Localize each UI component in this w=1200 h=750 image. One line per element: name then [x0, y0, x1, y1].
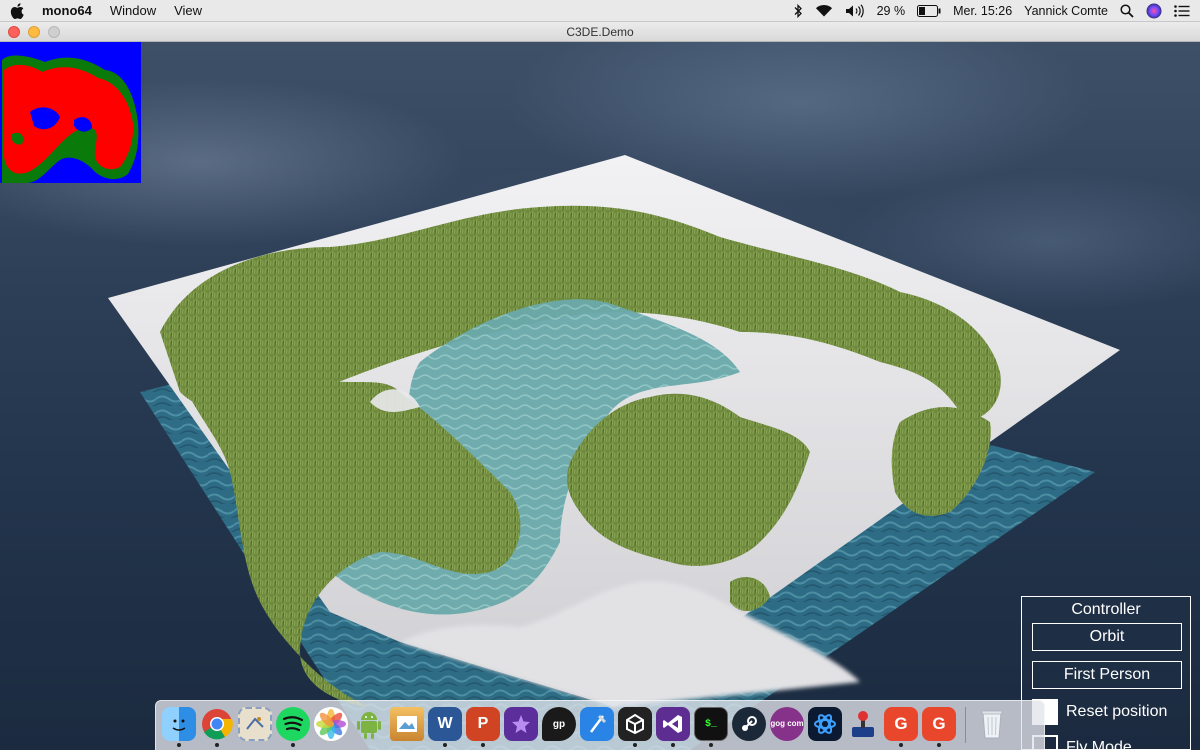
powerpoint-icon: P — [466, 707, 500, 741]
clock[interactable]: Mer. 15:26 — [953, 4, 1012, 18]
dock-guitar-pro[interactable]: gp — [542, 707, 576, 747]
dock-steam[interactable] — [732, 707, 766, 747]
trash-icon — [975, 707, 1009, 741]
dock-chrome[interactable] — [200, 707, 234, 747]
controller-title: Controller — [1071, 601, 1141, 618]
dock-photos[interactable] — [314, 707, 348, 747]
guitar-pro-icon: gp — [542, 707, 576, 741]
joystick-icon — [846, 707, 880, 741]
xcode-icon — [580, 707, 614, 741]
menu-view[interactable]: View — [174, 3, 202, 18]
dock-visual-studio[interactable] — [656, 707, 690, 747]
notification-center-icon[interactable] — [1174, 4, 1190, 17]
fly-mode-label: Fly Mode — [1066, 739, 1132, 750]
chrome-icon — [200, 707, 234, 741]
finder-icon — [162, 707, 196, 741]
game-maker-studio-icon: G — [922, 707, 956, 741]
battery-percent: 29 % — [876, 3, 906, 18]
dock-separator — [965, 707, 966, 743]
dock-mail-stamp[interactable] — [238, 707, 272, 747]
stamp-icon — [238, 707, 272, 741]
battle-net-icon — [808, 707, 842, 741]
window-zoom-button[interactable] — [48, 26, 60, 38]
visual-studio-icon — [656, 707, 690, 741]
dock-terminal[interactable]: $_ — [694, 707, 728, 747]
dock-game-maker-1[interactable]: G — [884, 707, 918, 747]
dock-spotify[interactable] — [276, 707, 310, 747]
window-titlebar[interactable]: C3DE.Demo — [0, 22, 1200, 42]
dock-trash[interactable] — [975, 707, 1009, 747]
game-maker-icon: G — [884, 707, 918, 741]
app-menu[interactable]: mono64 — [42, 3, 92, 18]
apple-menu-icon[interactable] — [10, 2, 24, 19]
dock-game-maker-2[interactable]: G — [922, 707, 956, 747]
reset-position-label: Reset position — [1066, 703, 1168, 720]
spotify-icon — [276, 707, 310, 741]
3d-viewport[interactable] — [0, 42, 1200, 750]
dock-joystick[interactable] — [846, 707, 880, 747]
gog-icon: gog com — [770, 707, 804, 741]
imovie-icon — [504, 707, 538, 741]
preview-icon — [390, 707, 424, 741]
orbit-button[interactable]: Orbit — [1032, 623, 1182, 651]
battery-icon[interactable] — [917, 4, 941, 17]
word-icon: W — [428, 707, 462, 741]
window-close-button[interactable] — [8, 26, 20, 38]
dock-word[interactable]: W — [428, 707, 462, 747]
photos-icon — [314, 707, 348, 741]
unity-icon — [618, 707, 652, 741]
controller-panel: Controller Orbit First Person Reset posi… — [1021, 596, 1191, 750]
dock-xcode[interactable] — [580, 707, 614, 747]
user-name[interactable]: Yannick Comte — [1024, 4, 1108, 18]
steam-icon — [732, 707, 766, 741]
terminal-icon: $_ — [694, 707, 728, 741]
dock-gog-galaxy[interactable]: gog com — [770, 707, 804, 747]
dock-battle-net[interactable] — [808, 707, 842, 747]
siri-icon[interactable] — [1146, 3, 1162, 19]
wifi-icon[interactable] — [815, 4, 833, 17]
bluetooth-icon[interactable] — [793, 3, 803, 18]
reset-position-toggle[interactable]: Reset position — [1032, 699, 1167, 725]
terrain-scene — [108, 155, 1120, 750]
dock-preview[interactable] — [390, 707, 424, 747]
menu-window[interactable]: Window — [110, 3, 156, 18]
dock-finder[interactable] — [162, 707, 196, 747]
minimap — [0, 42, 141, 183]
window-minimize-button[interactable] — [28, 26, 40, 38]
fly-mode-toggle[interactable]: Fly Mode — [1032, 735, 1132, 750]
menu-bar: mono64 Window View 29 % Mer. 15:26 Yanni… — [0, 0, 1200, 22]
first-person-button[interactable]: First Person — [1032, 661, 1182, 689]
android-icon — [352, 707, 386, 741]
dock: W P gp $_ gog com G G — [155, 700, 1045, 750]
window-title: C3DE.Demo — [566, 24, 634, 39]
dock-imovie[interactable] — [504, 707, 538, 747]
dock-android-studio[interactable] — [352, 707, 386, 747]
dock-powerpoint[interactable]: P — [466, 707, 500, 747]
spotlight-search-icon[interactable] — [1120, 3, 1134, 18]
dock-unity[interactable] — [618, 707, 652, 747]
volume-icon[interactable] — [845, 3, 865, 18]
